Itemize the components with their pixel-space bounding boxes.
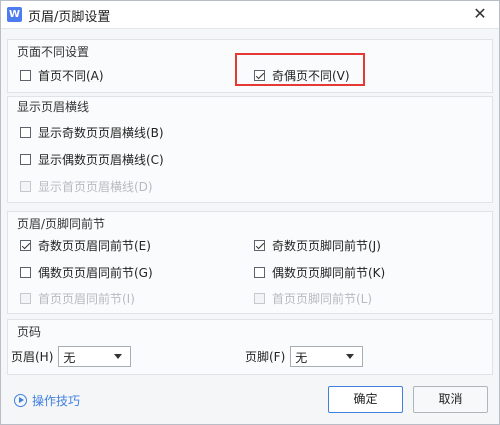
checkbox-box [20,180,31,192]
checkbox-label: 奇数页页眉同前节(E) [38,238,151,253]
odd-footer-link-checkbox[interactable]: 奇数页页脚同前节(J) [254,236,381,254]
section-link-to-previous: 页眉/页脚同前节 奇数页页眉同前节(E) 奇数页页脚同前节(J) 偶数页页眉同前… [7,211,493,314]
title-bar: W 页眉/页脚设置 ✕ [1,1,499,29]
checkbox-box [20,292,31,304]
header-page-number-label: 页眉(H) [11,350,54,364]
checkbox-label: 显示奇数页页眉横线(B) [38,125,164,140]
select-value: 无 [63,351,76,365]
checkbox-label: 首页不同(A) [38,68,104,83]
wps-writer-icon: W [7,7,22,22]
section-title: 页码 [17,325,42,339]
cancel-button[interactable]: 取消 [413,386,488,413]
checkbox-box [254,239,265,251]
checkbox-box [20,126,31,138]
checkbox-label: 奇数页页脚同前节(J) [272,238,381,253]
section-page-number: 页码 页眉(H) 无 页脚(F) 无 [7,319,493,375]
checkbox-box [254,292,265,304]
section-title: 显示页眉横线 [17,100,90,114]
first-footer-link-checkbox: 首页页脚同前节(L) [254,289,372,307]
dialog-title: 页眉/页脚设置 [28,10,111,25]
odd-header-line-checkbox[interactable]: 显示奇数页页眉横线(B) [20,123,164,141]
header-page-number-select[interactable]: 无 [58,346,132,367]
even-header-line-checkbox[interactable]: 显示偶数页页眉横线(C) [20,150,164,168]
play-circle-icon [14,394,27,407]
checkbox-box [20,69,31,81]
tips-link[interactable]: 操作技巧 [14,392,80,409]
first-page-different-checkbox[interactable]: 首页不同(A) [20,66,104,84]
header-page-number-row: 页眉(H) 无 [11,346,132,367]
checkbox-box [20,266,31,278]
first-header-link-checkbox: 首页页眉同前节(I) [20,289,135,307]
section-header-line: 显示页眉横线 显示奇数页页眉横线(B) 显示偶数页页眉横线(C) 显示首页页眉横… [7,96,493,203]
checkbox-box [20,239,31,251]
checkbox-box [20,153,31,165]
checkbox-box [254,69,265,81]
checkbox-label: 首页页脚同前节(L) [272,291,373,306]
checkbox-label: 奇偶页不同(V) [272,68,350,83]
chevron-down-icon [114,354,123,359]
odd-header-link-checkbox[interactable]: 奇数页页眉同前节(E) [20,236,151,254]
select-value: 无 [295,351,308,365]
checkbox-label: 首页页眉同前节(I) [38,291,135,306]
section-title: 页眉/页脚同前节 [17,217,106,231]
tips-label: 操作技巧 [32,394,81,408]
even-footer-link-checkbox[interactable]: 偶数页页脚同前节(K) [254,263,385,281]
checkbox-label: 显示首页页眉横线(D) [38,179,153,194]
ok-button[interactable]: 确定 [328,386,403,413]
odd-even-different-checkbox[interactable]: 奇偶页不同(V) [254,66,350,84]
chevron-down-icon [346,354,355,359]
footer-page-number-row: 页脚(F) 无 [245,346,364,367]
first-header-line-checkbox: 显示首页页眉横线(D) [20,177,153,195]
checkbox-box [254,266,265,278]
header-footer-settings-dialog: W 页眉/页脚设置 ✕ 页面不同设置 首页不同(A) 奇偶页不同(V) 显示页眉… [0,0,500,425]
close-icon[interactable]: ✕ [471,5,489,23]
checkbox-label: 显示偶数页页眉横线(C) [38,152,164,167]
checkbox-label: 偶数页页眉同前节(G) [38,265,153,280]
section-page-diff: 页面不同设置 首页不同(A) 奇偶页不同(V) [7,39,493,93]
even-header-link-checkbox[interactable]: 偶数页页眉同前节(G) [20,263,153,281]
checkbox-label: 偶数页页脚同前节(K) [272,265,386,280]
dialog-content: 页面不同设置 首页不同(A) 奇偶页不同(V) 显示页眉横线 显示奇数页页眉横线… [7,33,493,375]
footer-page-number-label: 页脚(F) [245,350,286,364]
section-title: 页面不同设置 [17,45,90,59]
dialog-footer: 操作技巧 确定 取消 [1,381,499,424]
footer-page-number-select[interactable]: 无 [290,346,364,367]
